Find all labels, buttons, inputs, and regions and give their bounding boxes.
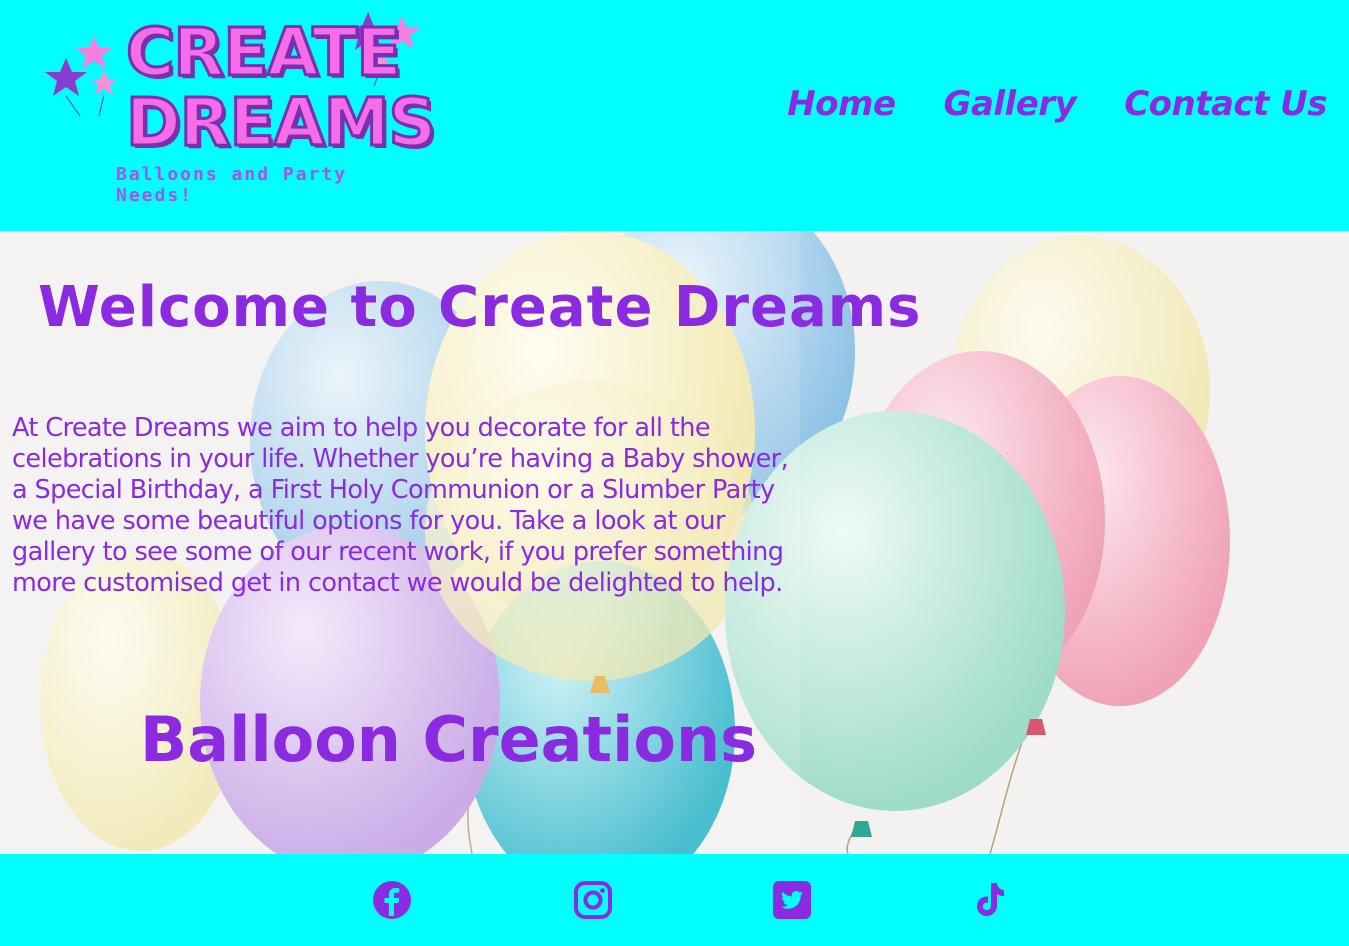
hero-section: Welcome to Create Dreams At Create Dream…	[0, 231, 1349, 854]
nav-home[interactable]: Home	[787, 84, 896, 124]
logo-line-create: CREATE	[124, 13, 402, 93]
hero-title: Welcome to Create Dreams	[38, 275, 922, 340]
instagram-icon[interactable]	[573, 880, 613, 920]
balloon-creations-heading: Balloon Creations	[140, 703, 758, 776]
logo[interactable]: CREATE DREAMS Balloons and Party Needs!	[40, 6, 437, 206]
facebook-icon[interactable]	[372, 880, 412, 920]
logo-line-dreams: DREAMS	[125, 83, 438, 163]
hero-intro-paragraph: At Create Dreams we aim to help you deco…	[12, 413, 789, 598]
tiktok-icon[interactable]	[970, 880, 1010, 920]
main-nav: Home Gallery Contact Us	[787, 84, 1327, 124]
star-balloons-left-icon	[45, 36, 118, 117]
twitter-icon[interactable]	[772, 880, 812, 920]
logo-tagline: Balloons and Party Needs!	[116, 164, 348, 206]
site-footer	[0, 854, 1349, 946]
nav-gallery[interactable]: Gallery	[944, 84, 1077, 124]
nav-contact-us[interactable]: Contact Us	[1124, 84, 1327, 124]
site-header: CREATE DREAMS Balloons and Party Needs! …	[0, 0, 1349, 231]
